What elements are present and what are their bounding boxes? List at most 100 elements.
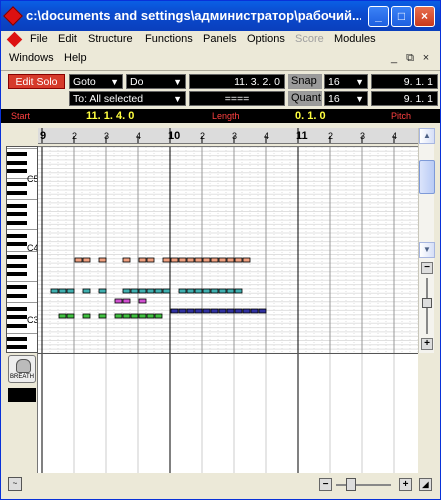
mdi-minimize-button[interactable]: _ bbox=[387, 51, 401, 65]
midi-note[interactable] bbox=[258, 308, 267, 314]
menu-file[interactable]: File bbox=[30, 33, 48, 45]
position-display[interactable]: 11. 3. 2. 0 bbox=[189, 74, 285, 89]
black-key[interactable] bbox=[7, 306, 27, 311]
black-key[interactable] bbox=[7, 169, 27, 174]
mdi-close-button[interactable]: × bbox=[419, 51, 433, 65]
midi-note[interactable] bbox=[218, 308, 227, 314]
midi-note[interactable] bbox=[154, 313, 163, 319]
right-position-display[interactable]: 9. 1. 1 bbox=[371, 74, 438, 89]
midi-note[interactable] bbox=[210, 308, 219, 314]
maximize-button[interactable]: □ bbox=[391, 6, 412, 27]
midi-note[interactable] bbox=[226, 308, 235, 314]
menu-windows[interactable]: Windows bbox=[9, 52, 54, 64]
menu-edit[interactable]: Edit bbox=[58, 33, 77, 45]
midi-note[interactable] bbox=[82, 288, 91, 294]
menu-help[interactable]: Help bbox=[64, 52, 87, 64]
midi-note[interactable] bbox=[146, 257, 155, 263]
midi-note[interactable] bbox=[226, 257, 235, 263]
midi-note[interactable] bbox=[66, 288, 75, 294]
resize-grip-icon[interactable]: ◢ bbox=[419, 478, 432, 491]
edit-solo-button[interactable]: Edit Solo bbox=[8, 74, 65, 89]
horizontal-zoom-track[interactable] bbox=[336, 484, 391, 486]
document-icon[interactable] bbox=[6, 31, 23, 48]
midi-note[interactable] bbox=[138, 288, 147, 294]
midi-note[interactable] bbox=[202, 308, 211, 314]
midi-note[interactable] bbox=[114, 313, 123, 319]
midi-note[interactable] bbox=[122, 257, 131, 263]
midi-note[interactable] bbox=[74, 257, 83, 263]
piano-keyboard[interactable]: C5 C4 C3 bbox=[6, 146, 38, 353]
controller-value-box[interactable] bbox=[8, 388, 36, 402]
minimize-button[interactable]: _ bbox=[368, 6, 389, 27]
app-icon[interactable] bbox=[3, 6, 23, 26]
start-value[interactable]: 11. 1. 4. 0 bbox=[86, 109, 134, 123]
midi-note[interactable] bbox=[218, 257, 227, 263]
midi-note[interactable] bbox=[146, 288, 155, 294]
snap-dropdown[interactable]: 16 ▼ bbox=[324, 74, 368, 89]
midi-note[interactable] bbox=[234, 308, 243, 314]
midi-note[interactable] bbox=[58, 288, 67, 294]
black-key[interactable] bbox=[7, 272, 27, 277]
right-position-display-2[interactable]: 9. 1. 1 bbox=[371, 91, 438, 106]
bars-display[interactable]: ==== bbox=[189, 91, 285, 106]
midi-note[interactable] bbox=[82, 313, 91, 319]
zoom-out-button[interactable]: − bbox=[421, 262, 433, 274]
black-key[interactable] bbox=[7, 315, 27, 320]
midi-note[interactable] bbox=[170, 257, 179, 263]
menu-options[interactable]: Options bbox=[247, 33, 285, 45]
black-key[interactable] bbox=[7, 323, 27, 328]
vertical-zoom-thumb[interactable] bbox=[422, 298, 432, 308]
midi-note[interactable] bbox=[98, 257, 107, 263]
black-key[interactable] bbox=[7, 263, 27, 268]
midi-note[interactable] bbox=[98, 313, 107, 319]
midi-note[interactable] bbox=[170, 308, 179, 314]
menu-functions[interactable]: Functions bbox=[145, 33, 193, 45]
midi-note[interactable] bbox=[186, 308, 195, 314]
scroll-thumb[interactable] bbox=[419, 160, 435, 194]
midi-note[interactable] bbox=[154, 288, 163, 294]
midi-note[interactable] bbox=[138, 313, 147, 319]
goto-dropdown[interactable]: Goto ▼ bbox=[69, 74, 123, 89]
midi-note[interactable] bbox=[202, 257, 211, 263]
midi-note[interactable] bbox=[58, 313, 67, 319]
midi-note[interactable] bbox=[234, 257, 243, 263]
black-key[interactable] bbox=[7, 255, 27, 260]
midi-note[interactable] bbox=[186, 288, 195, 294]
menu-structure[interactable]: Structure bbox=[88, 33, 133, 45]
length-value[interactable]: 0. 1. 0 bbox=[295, 109, 326, 123]
midi-note[interactable] bbox=[178, 288, 187, 294]
black-key[interactable] bbox=[7, 212, 27, 217]
horizontal-zoom-thumb[interactable] bbox=[346, 478, 356, 491]
horizontal-zoom-in-button[interactable]: + bbox=[399, 478, 412, 491]
midi-note[interactable] bbox=[210, 288, 219, 294]
midi-note[interactable] bbox=[178, 308, 187, 314]
zoom-in-button[interactable]: + bbox=[421, 338, 433, 350]
midi-note[interactable] bbox=[114, 298, 123, 304]
midi-note[interactable] bbox=[50, 288, 59, 294]
to-dropdown[interactable]: To: All selected ▼ bbox=[69, 91, 186, 106]
controller-lane[interactable] bbox=[38, 353, 418, 473]
vertical-scrollbar[interactable]: ▲ ▼ − + bbox=[418, 128, 435, 353]
midi-note[interactable] bbox=[122, 298, 131, 304]
midi-note[interactable] bbox=[226, 288, 235, 294]
key-editor-grid[interactable] bbox=[38, 146, 418, 353]
black-key[interactable] bbox=[7, 345, 27, 350]
horizontal-zoom-out-button[interactable]: − bbox=[319, 478, 332, 491]
midi-note[interactable] bbox=[122, 313, 131, 319]
midi-note[interactable] bbox=[194, 288, 203, 294]
midi-note[interactable] bbox=[138, 257, 147, 263]
scroll-down-button[interactable]: ▼ bbox=[419, 242, 435, 258]
midi-note[interactable] bbox=[234, 288, 243, 294]
midi-note[interactable] bbox=[218, 288, 227, 294]
midi-note[interactable] bbox=[138, 298, 147, 304]
scroll-up-button[interactable]: ▲ bbox=[419, 128, 435, 144]
midi-note[interactable] bbox=[178, 257, 187, 263]
midi-note[interactable] bbox=[66, 313, 75, 319]
midi-note[interactable] bbox=[98, 288, 107, 294]
black-key[interactable] bbox=[7, 242, 27, 247]
black-key[interactable] bbox=[7, 160, 27, 165]
midi-note[interactable] bbox=[242, 257, 251, 263]
midi-note[interactable] bbox=[186, 257, 195, 263]
black-key[interactable] bbox=[7, 293, 27, 298]
do-dropdown[interactable]: Do ▼ bbox=[126, 74, 186, 89]
